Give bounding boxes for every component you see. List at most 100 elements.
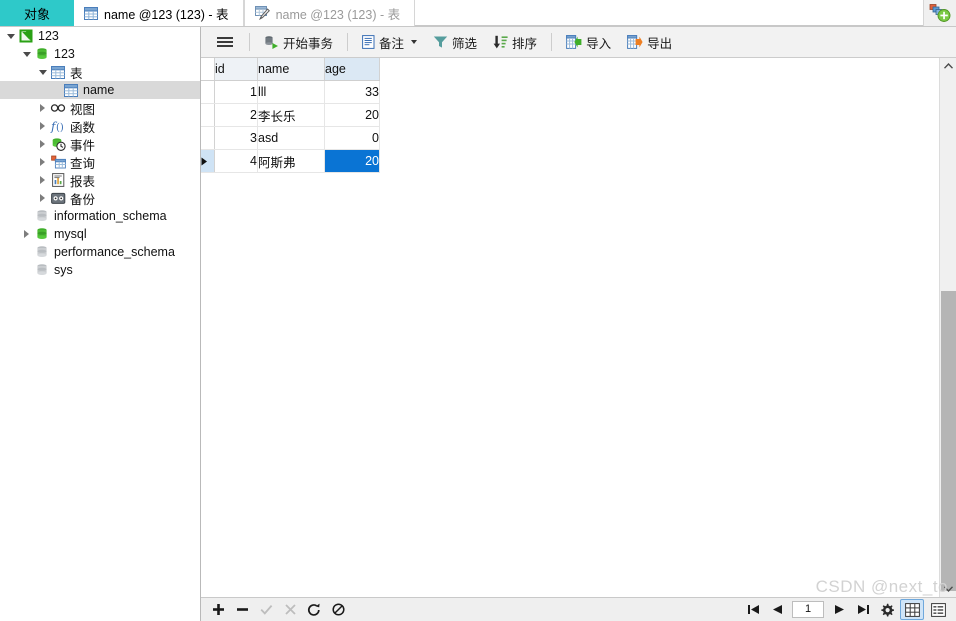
tree-item-mysql[interactable]: mysql [0,225,200,243]
stop-button[interactable] [327,600,349,619]
column-header-age[interactable]: age [324,58,380,81]
tree-item-functions[interactable]: f () 函数 [0,117,200,135]
chevron-down-icon[interactable] [36,63,49,81]
cell-name[interactable]: 李长乐 [257,103,325,127]
tree-item-connection-123[interactable]: 123 [0,27,200,45]
sort-button[interactable]: 排序 [485,29,545,55]
tree-item-label: 视图 [70,102,96,117]
tree-item-information-schema[interactable]: information_schema [0,207,200,225]
cell-name[interactable]: lll [257,80,325,104]
add-record-button[interactable] [207,600,229,619]
cell-name[interactable]: 阿斯弗 [257,149,325,173]
chevron-right-icon[interactable] [20,225,33,243]
table-row[interactable]: 4 阿斯弗 20 [201,149,380,173]
cell-age[interactable]: 33 [324,80,380,104]
gear-icon[interactable] [876,600,898,619]
transaction-icon [264,35,279,49]
prev-record-button[interactable] [766,600,788,619]
export-button[interactable]: 导出 [619,29,680,55]
status-bar: CSDN @next_to 1 [201,577,956,621]
sort-label: 排序 [512,36,538,51]
table-row[interactable]: 1 lll 33 [201,80,380,104]
tree-item-queries[interactable]: 查询 [0,153,200,171]
table-row[interactable]: 3 asd 0 [201,126,380,150]
object-tree-sidebar[interactable]: 123 123 表 name 视图 f () 函数 事件 查询 报表 备份 in… [0,27,201,621]
begin-transaction-button[interactable]: 开始事务 [256,29,341,55]
tree-item-label: 123 [38,29,59,43]
tree-item-performance-schema[interactable]: performance_schema [0,243,200,261]
row-marker[interactable] [201,103,215,127]
row-marker-current[interactable] [201,149,215,173]
grid-view-button[interactable] [900,599,924,620]
scroll-down-button[interactable] [940,581,956,597]
note-icon [362,35,375,49]
chevron-down-icon[interactable] [20,45,33,63]
cell-id[interactable]: 2 [214,103,258,127]
tree-item-reports[interactable]: 报表 [0,171,200,189]
report-icon [49,171,67,189]
tree-item-label: 函数 [70,120,96,135]
refresh-button[interactable] [303,600,325,619]
function-icon: f () [49,117,67,135]
view-icon [49,99,67,117]
form-view-button[interactable] [926,599,950,620]
filter-icon [433,35,448,49]
tree-item-sys[interactable]: sys [0,261,200,279]
tab-objects-label: 对象 [23,6,50,22]
note-button[interactable]: 备注 [354,29,425,55]
tab-objects[interactable]: 对象 [0,0,74,26]
tree-item-events[interactable]: 事件 [0,135,200,153]
data-grid-area[interactable]: id name age 1 lll 33 2 李长乐 20 3 asd 0 4 … [201,58,939,597]
tree-item-views[interactable]: 视图 [0,99,200,117]
apply-changes-button[interactable] [255,600,277,619]
tree-item-label: mysql [54,227,87,241]
column-header-id[interactable]: id [214,58,258,81]
current-record-input[interactable]: 1 [792,601,824,618]
tab-table-data[interactable]: name @123 (123) - 表 [74,0,244,26]
hamburger-icon[interactable] [205,37,243,47]
chevron-right-icon[interactable] [36,153,49,171]
scroll-up-button[interactable] [940,58,956,74]
cell-name[interactable]: asd [257,126,325,150]
grid-header-row: id name age [201,58,380,81]
last-record-button[interactable] [852,600,874,619]
tree-item-table-name[interactable]: name [0,81,200,99]
column-header-name[interactable]: name [257,58,325,81]
cell-age[interactable]: 0 [324,126,380,150]
tree-item-backups[interactable]: 备份 [0,189,200,207]
next-record-button[interactable] [828,600,850,619]
tree-item-database-123[interactable]: 123 [0,45,200,63]
vertical-scrollbar[interactable] [939,58,956,597]
tab-table-design[interactable]: name @123 (123) - 表 [243,0,416,26]
tree-item-label: performance_schema [54,245,175,259]
table-row[interactable]: 2 李长乐 20 [201,103,380,127]
tree-item-tables[interactable]: 表 [0,63,200,81]
new-tab-button[interactable] [923,0,956,26]
chevron-right-icon[interactable] [36,135,49,153]
data-toolbar: 开始事务 备注 筛选 排序 导入 导出 [201,27,956,58]
chevron-right-icon[interactable] [36,189,49,207]
toolbar-separator [551,33,553,51]
first-record-button[interactable] [742,600,764,619]
chevron-down-icon[interactable] [411,40,418,44]
row-marker[interactable] [201,80,215,104]
connection-icon [17,27,35,45]
chevron-right-icon[interactable] [36,171,49,189]
filter-button[interactable]: 筛选 [425,29,485,55]
navicat-window: 对象 name @123 (123) - 表 name @123 (123) -… [0,0,956,621]
remove-record-button[interactable] [231,600,253,619]
row-marker[interactable] [201,126,215,150]
table-icon [49,63,67,81]
cell-id[interactable]: 3 [214,126,258,150]
data-grid[interactable]: id name age 1 lll 33 2 李长乐 20 3 asd 0 4 … [201,58,380,173]
cell-id[interactable]: 4 [214,149,258,173]
chevron-right-icon[interactable] [36,99,49,117]
cell-id[interactable]: 1 [214,80,258,104]
cell-age-selected[interactable]: 20 [324,149,380,173]
chevron-down-icon[interactable] [4,27,17,45]
import-button[interactable]: 导入 [558,29,619,55]
cell-age[interactable]: 20 [324,103,380,127]
cancel-changes-button[interactable] [279,600,301,619]
scrollbar-thumb[interactable] [941,291,956,591]
chevron-right-icon[interactable] [36,117,49,135]
